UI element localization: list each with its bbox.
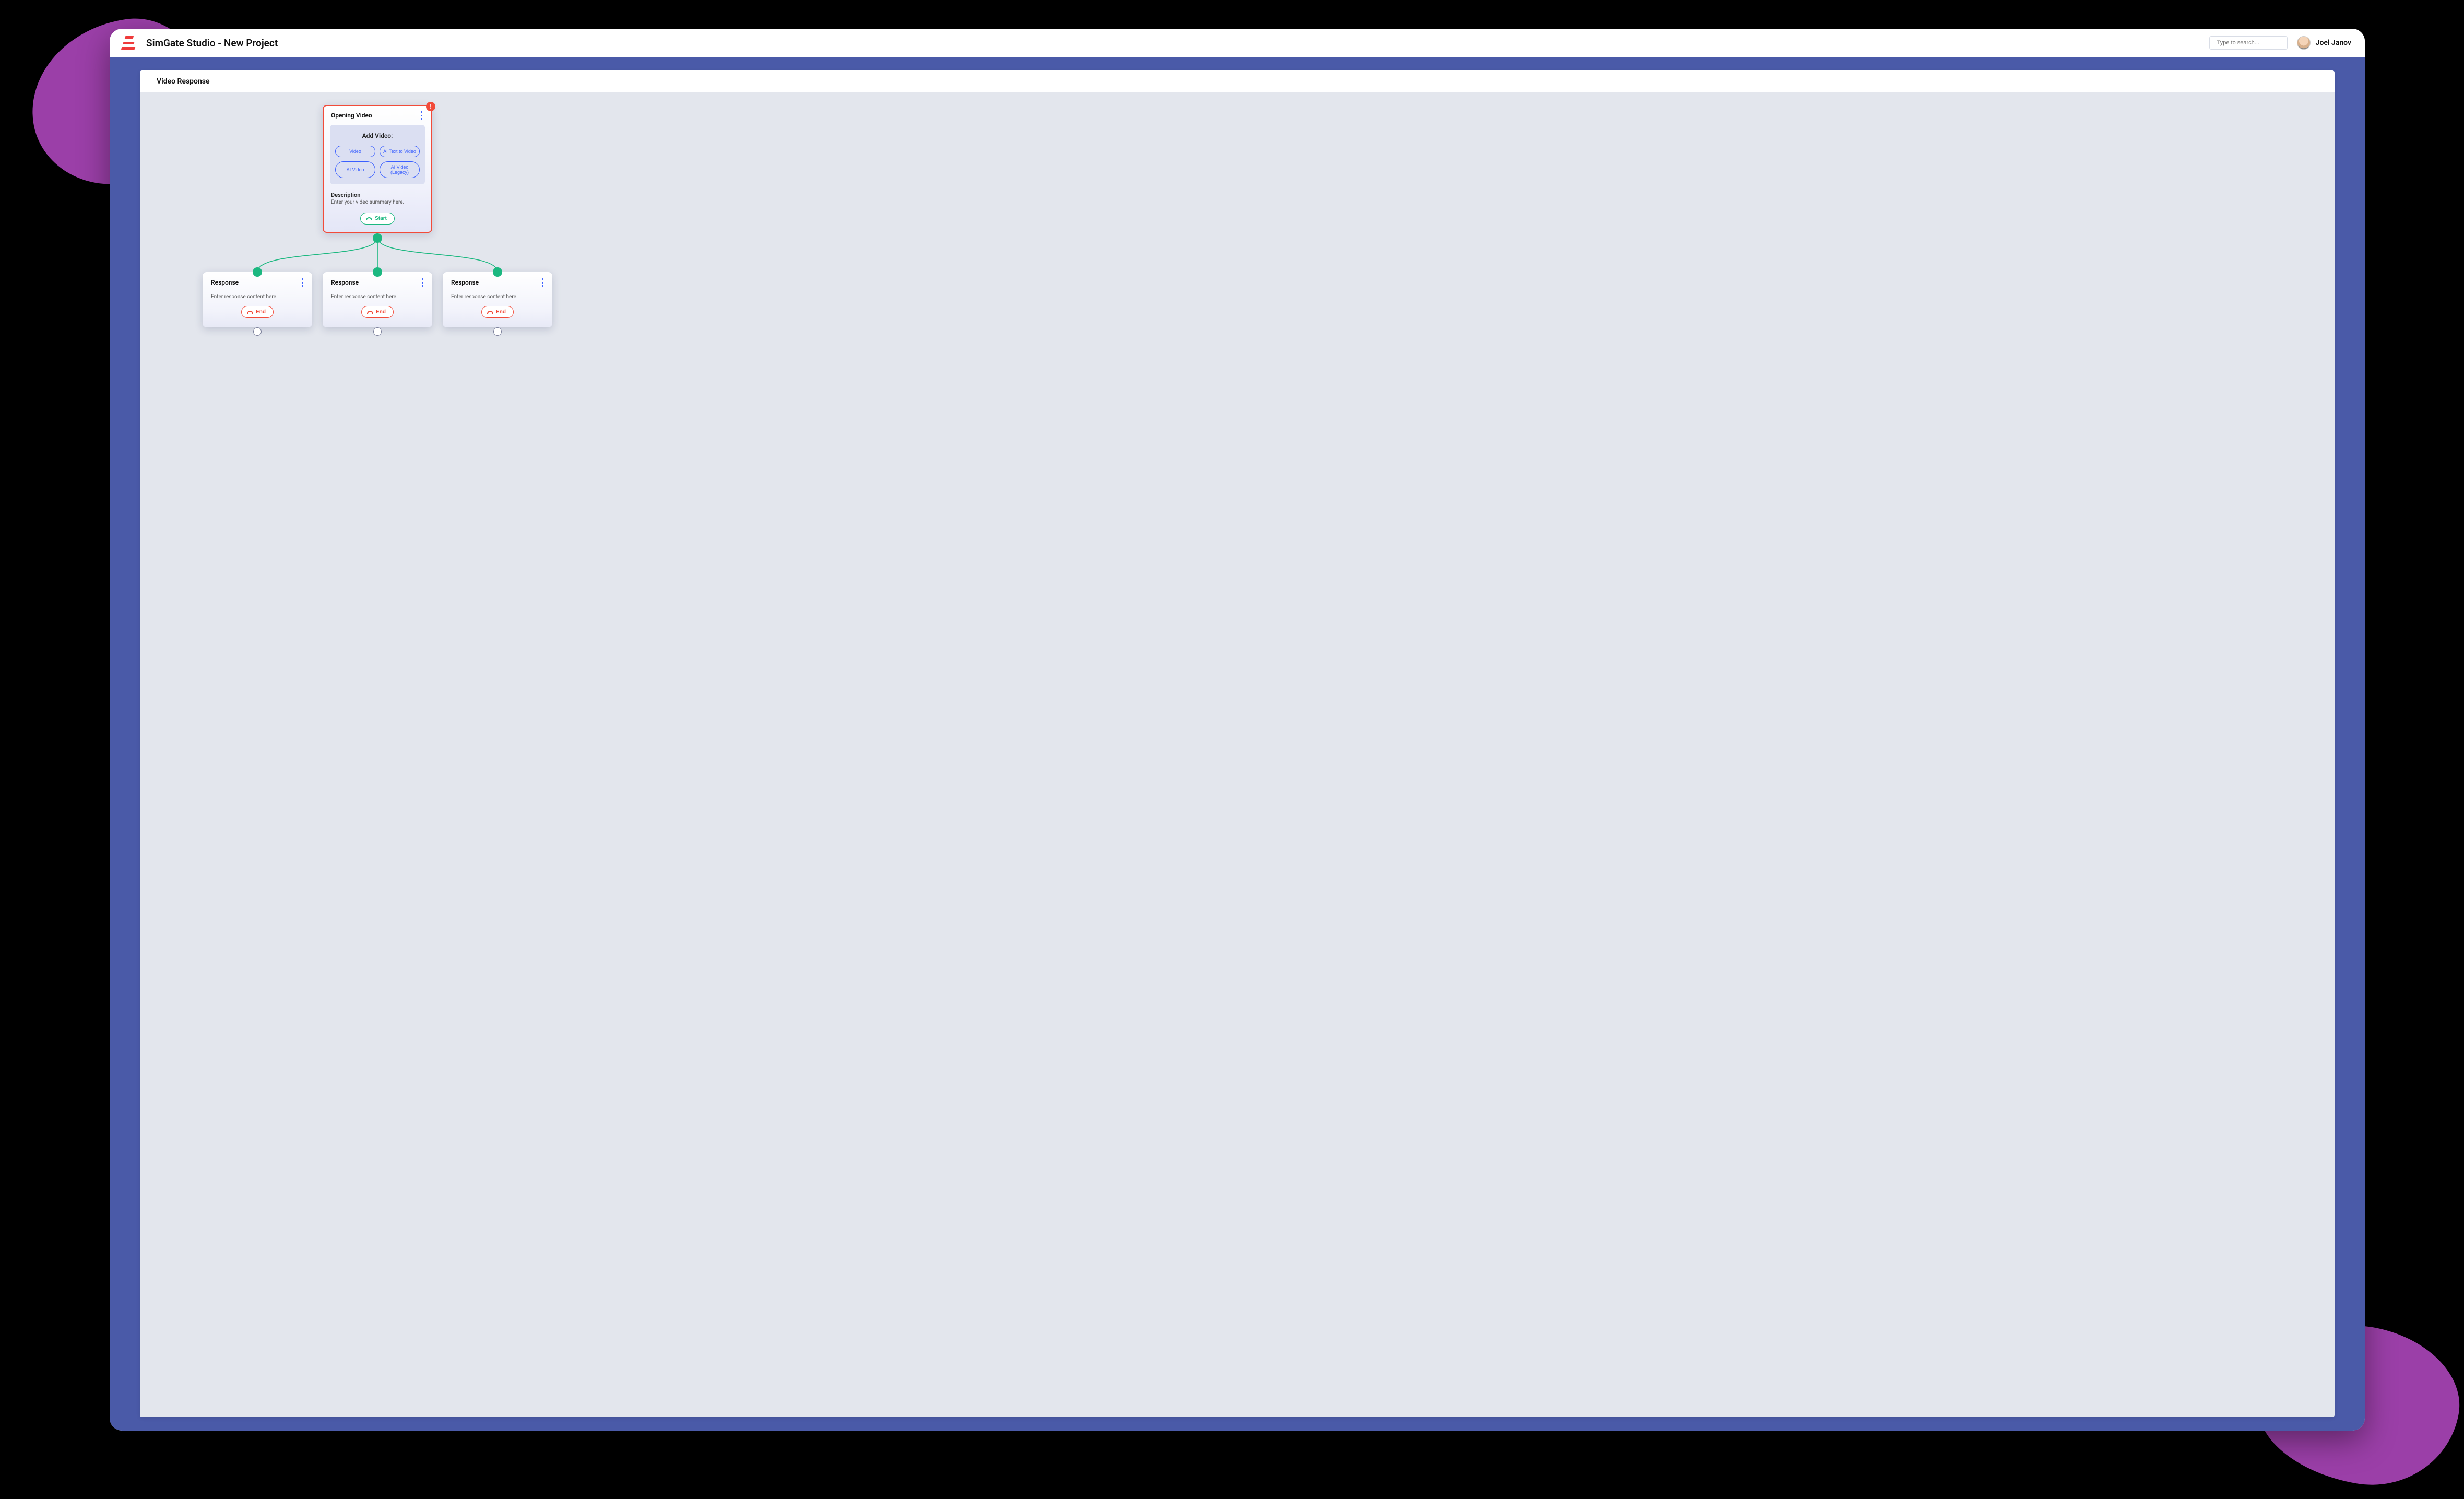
end-arc-icon [367, 311, 373, 314]
start-arc-icon [366, 217, 372, 220]
port-opening-out[interactable] [373, 233, 382, 243]
node-opening-video[interactable]: ! Opening Video Add Video: Video AI Text… [323, 105, 432, 233]
kebab-menu-icon[interactable] [539, 278, 546, 287]
app-logo-icon [121, 36, 139, 50]
kebab-menu-icon[interactable] [299, 278, 306, 287]
flow-canvas[interactable]: ! Opening Video Add Video: Video AI Text… [140, 92, 2335, 1417]
end-button[interactable]: End [241, 306, 274, 318]
avatar [2297, 36, 2311, 50]
response-placeholder[interactable]: Enter response content here. [323, 290, 432, 302]
node-response-2[interactable]: Response Enter response content here. En… [323, 272, 432, 327]
app-title: SimGate Studio - New Project [146, 37, 278, 49]
kebab-menu-icon[interactable] [419, 278, 426, 287]
app-window: SimGate Studio - New Project Joel Janov … [110, 29, 2365, 1431]
end-arc-icon [247, 311, 253, 314]
description-label: Description [331, 192, 424, 198]
user-menu[interactable]: Joel Janov [2297, 36, 2351, 50]
end-arc-icon [487, 311, 493, 314]
description-placeholder[interactable]: Enter your video summary here. [331, 199, 424, 205]
port-response-2-in[interactable] [373, 267, 382, 277]
port-response-2-out[interactable] [373, 327, 382, 336]
add-video-panel: Add Video: Video AI Text to Video AI Vid… [330, 125, 425, 184]
response-placeholder[interactable]: Enter response content here. [203, 290, 312, 302]
video-button[interactable]: Video [335, 146, 375, 157]
start-button-label: Start [375, 216, 387, 221]
search-input[interactable] [2217, 40, 2291, 46]
node-response-1[interactable]: Response Enter response content here. En… [203, 272, 312, 327]
node-title: Response [211, 279, 239, 286]
alert-badge-icon: ! [426, 102, 435, 111]
node-title: Response [331, 279, 359, 286]
port-response-1-in[interactable] [253, 267, 262, 277]
app-body: Video Response ! Opening Video [110, 57, 2365, 1431]
end-button-label: End [256, 309, 266, 315]
port-response-3-in[interactable] [493, 267, 502, 277]
end-button-label: End [376, 309, 386, 315]
kebab-menu-icon[interactable] [418, 111, 425, 120]
app-header: SimGate Studio - New Project Joel Janov [110, 29, 2365, 57]
ai-video-legacy-button[interactable]: AI Video (Legacy) [380, 161, 420, 178]
description-block: Description Enter your video summary her… [324, 190, 431, 208]
port-response-1-out[interactable] [253, 327, 262, 336]
node-response-3[interactable]: Response Enter response content here. En… [443, 272, 552, 327]
response-placeholder[interactable]: Enter response content here. [443, 290, 552, 302]
node-title: Response [451, 279, 479, 286]
canvas-title: Video Response [140, 70, 2335, 92]
end-button[interactable]: End [481, 306, 514, 318]
add-video-label: Add Video: [362, 132, 393, 139]
ai-text-to-video-button[interactable]: AI Text to Video [380, 146, 420, 157]
start-button[interactable]: Start [360, 213, 395, 225]
user-name: Joel Janov [2316, 39, 2351, 47]
node-title: Opening Video [331, 112, 372, 119]
canvas-frame: Video Response ! Opening Video [140, 70, 2335, 1417]
search-input-wrapper[interactable] [2209, 36, 2288, 50]
ai-video-button[interactable]: AI Video [335, 161, 375, 178]
end-button[interactable]: End [361, 306, 394, 318]
port-response-3-out[interactable] [493, 327, 502, 336]
end-button-label: End [496, 309, 506, 315]
